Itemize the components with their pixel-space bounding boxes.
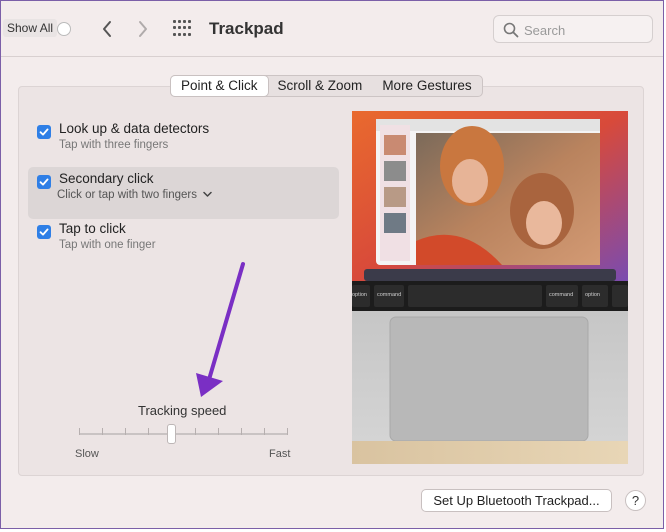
grid-view-icon[interactable] (173, 20, 192, 37)
touchbar-key-option-left: option (352, 292, 367, 298)
show-all-button[interactable]: Show All (3, 19, 58, 37)
option-subtitle: Tap with one finger (59, 239, 156, 251)
touchbar-key-command-right: command (549, 292, 574, 298)
slider-min-label: Slow (75, 448, 99, 460)
slider-tick (102, 428, 103, 435)
page-title: Trackpad (209, 19, 284, 38)
search-icon (503, 22, 519, 38)
tab-point-and-click[interactable]: Point & Click (171, 76, 268, 96)
option-subtitle: Click or tap with two fingers (57, 189, 197, 201)
setup-bluetooth-trackpad-button[interactable]: Set Up Bluetooth Trackpad... (421, 489, 612, 512)
tab-more-gestures[interactable]: More Gestures (372, 76, 481, 96)
slider-tick (79, 428, 80, 435)
chevron-down-icon (203, 191, 212, 197)
slider-tick (287, 428, 288, 435)
preferences-window: Show All Trackpad Point & (0, 0, 664, 529)
slider-tick (148, 428, 149, 435)
preview-illustration (352, 111, 628, 464)
tap-to-click-checkbox[interactable] (37, 225, 51, 239)
lookup-checkbox[interactable] (37, 125, 51, 139)
chevron-left-icon (103, 21, 111, 37)
search-field[interactable] (493, 15, 653, 43)
window-control-dot[interactable] (57, 22, 71, 36)
option-title: Tap to click (59, 221, 126, 236)
slider-thumb[interactable] (167, 424, 176, 444)
back-button[interactable] (95, 15, 119, 43)
checkmark-icon (39, 128, 49, 136)
option-title: Secondary click (59, 171, 154, 186)
checkmark-icon (39, 178, 49, 186)
trackpad-preview-image: option command command option (352, 111, 628, 464)
slider-tick (195, 428, 196, 435)
secondary-click-dropdown[interactable]: Click or tap with two fingers (57, 189, 212, 201)
slider-max-label: Fast (269, 448, 291, 460)
touchbar-key-command-left: command (377, 292, 402, 298)
tab-bar: Point & Click Scroll & Zoom More Gesture… (170, 75, 483, 97)
checkmark-icon (39, 228, 49, 236)
help-button[interactable]: ? (625, 490, 646, 511)
secondary-click-checkbox[interactable] (37, 175, 51, 189)
tracking-speed-slider[interactable] (79, 433, 287, 435)
slider-tick (125, 428, 126, 435)
slider-tick (241, 428, 242, 435)
forward-button[interactable] (131, 15, 155, 43)
option-subtitle: Tap with three fingers (59, 139, 169, 151)
touchbar-key-option-right: option (585, 292, 600, 298)
slider-tick (218, 428, 219, 435)
tracking-speed-label: Tracking speed (138, 403, 227, 418)
option-title: Look up & data detectors (59, 121, 210, 136)
tab-scroll-and-zoom[interactable]: Scroll & Zoom (268, 76, 373, 96)
toolbar: Show All Trackpad (1, 1, 663, 57)
chevron-right-icon (139, 21, 147, 37)
slider-tick (264, 428, 265, 435)
search-input[interactable] (522, 19, 648, 41)
